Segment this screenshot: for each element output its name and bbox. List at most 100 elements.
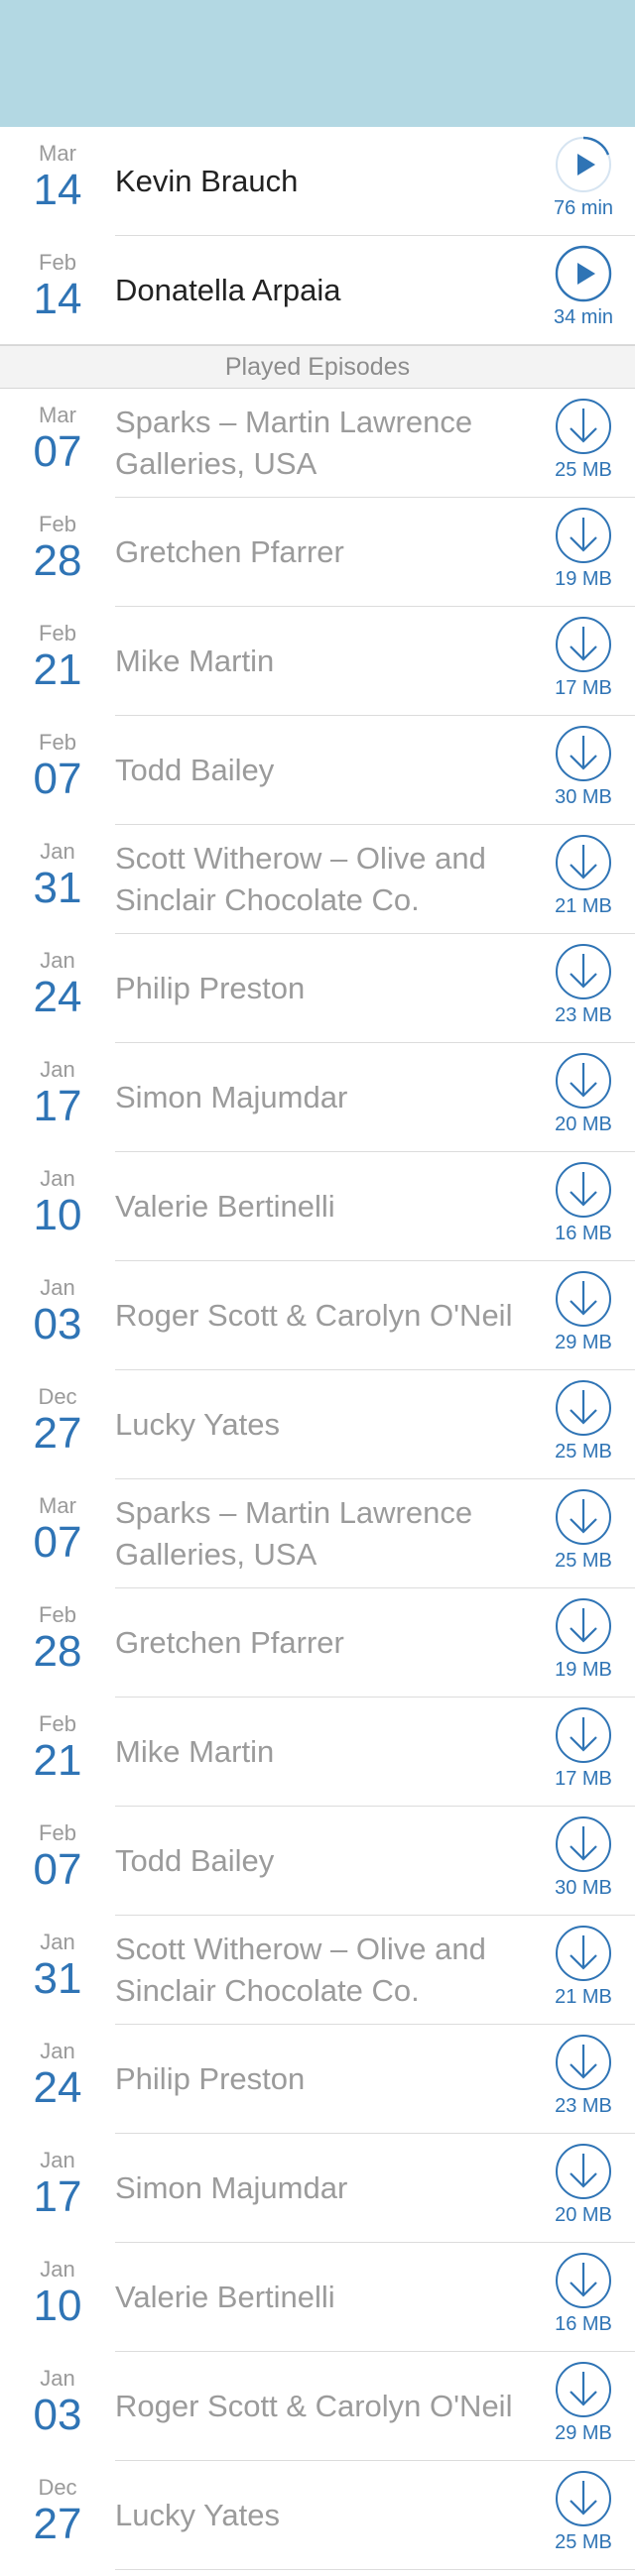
episode-day: 21 (33, 1736, 82, 1785)
episode-row[interactable]: Mar 07 Sparks – Martin Lawrence Galleries,… (0, 389, 635, 498)
download-button[interactable]: 29 MB (542, 2360, 625, 2445)
episode-title: Simon Majumdar (115, 2170, 348, 2205)
download-icon (556, 1380, 611, 1436)
play-button[interactable]: 34 min (542, 244, 625, 329)
episode-size: 19 MB (555, 568, 612, 590)
episode-month: Jan (40, 2257, 75, 2282)
episode-row[interactable]: Feb 28 Gretchen Pfarrer 19 MB (0, 498, 635, 607)
download-button[interactable]: 20 MB (542, 2142, 625, 2227)
episode-day: 27 (33, 2500, 82, 2548)
episode-date: Feb 28 (0, 512, 115, 585)
episode-day: 31 (33, 1954, 82, 2003)
download-button[interactable]: 17 MB (542, 615, 625, 700)
episode-row[interactable]: Jan 31 Scott Witherow – Olive and Sinclair… (0, 825, 635, 934)
episode-date: Dec 27 (0, 2475, 115, 2548)
episode-title: Gretchen Pfarrer (115, 534, 344, 569)
episode-row[interactable]: Jan 17 Simon Majumdar 20 MB (0, 1043, 635, 1152)
episode-row[interactable]: Mar 07 Sparks – Martin Lawrence Galleries,… (0, 1479, 635, 1588)
episode-row[interactable]: Mar 14 Kevin Brauch 76 min (0, 127, 635, 236)
episode-date: Jan 31 (0, 1930, 115, 2003)
episode-date: Mar 07 (0, 1493, 115, 1567)
episode-month: Feb (39, 1711, 76, 1736)
download-icon (556, 2471, 611, 2526)
play-button[interactable]: 76 min (542, 135, 625, 220)
episode-row[interactable]: Jan 03 Roger Scott & Carolyn O'Neil 29 MB (0, 1261, 635, 1370)
download-button[interactable]: 17 MB (542, 1705, 625, 1791)
download-button[interactable]: 16 MB (542, 1160, 625, 1245)
episode-size: 17 MB (555, 1768, 612, 1790)
download-icon (556, 944, 611, 999)
download-icon (556, 1816, 611, 1872)
episode-day: 07 (33, 427, 82, 476)
episode-date: Jan 10 (0, 1166, 115, 1239)
episode-month: Jan (40, 2366, 75, 2391)
episode-date: Feb 28 (0, 1602, 115, 1676)
episode-month: Feb (39, 1602, 76, 1627)
download-button[interactable]: 20 MB (542, 1051, 625, 1136)
episode-row[interactable]: Jan 24 Philip Preston 23 MB (0, 2025, 635, 2134)
episode-title: Valerie Bertinelli (115, 2280, 335, 2314)
download-button[interactable]: 25 MB (542, 1487, 625, 1573)
episode-date: Jan 24 (0, 2039, 115, 2112)
episode-row[interactable]: Feb 14 Donatella Arpaia 34 min (0, 236, 635, 345)
episode-size: 30 MB (555, 1877, 612, 1899)
episode-month: Jan (40, 1166, 75, 1191)
episode-month: Jan (40, 839, 75, 864)
episode-size: 20 MB (555, 2204, 612, 2226)
episode-row[interactable]: Jan 31 Scott Witherow – Olive and Sinclair… (0, 1916, 635, 2025)
episode-month: Jan (40, 1057, 75, 1082)
episode-month: Feb (39, 250, 76, 275)
episode-row[interactable]: Feb 28 Gretchen Pfarrer 19 MB (0, 1588, 635, 1698)
download-icon (556, 1162, 611, 1218)
episode-month: Feb (39, 730, 76, 755)
episode-date: Feb 07 (0, 1820, 115, 1894)
download-button[interactable]: 25 MB (542, 2469, 625, 2554)
row-divider (115, 2569, 635, 2570)
episode-size: 21 MB (555, 1986, 612, 2008)
download-button[interactable]: 29 MB (542, 1269, 625, 1354)
episode-day: 17 (33, 1082, 82, 1130)
episode-row[interactable]: Dec 27 Lucky Yates 25 MB (0, 2461, 635, 2570)
download-button[interactable]: 25 MB (542, 397, 625, 482)
episode-date: Jan 03 (0, 1275, 115, 1348)
download-button[interactable]: 21 MB (542, 833, 625, 918)
episode-size: 25 MB (555, 459, 612, 481)
download-button[interactable]: 19 MB (542, 1596, 625, 1682)
episode-title: Sparks – Martin Lawrence Galleries, USA (115, 405, 473, 481)
download-button[interactable]: 30 MB (542, 1815, 625, 1900)
download-button[interactable]: 19 MB (542, 506, 625, 591)
episode-size: 17 MB (555, 677, 612, 699)
nav-header-bar (0, 0, 635, 127)
episode-date: Dec 27 (0, 1384, 115, 1458)
episode-row[interactable]: Feb 07 Todd Bailey 30 MB (0, 716, 635, 825)
played-episodes-header: Played Episodes (0, 345, 635, 389)
episode-row[interactable]: Jan 24 Philip Preston 23 MB (0, 934, 635, 1043)
download-icon (556, 2035, 611, 2090)
episode-row[interactable]: Jan 03 Roger Scott & Carolyn O'Neil 29 MB (0, 2352, 635, 2461)
episode-row[interactable]: Feb 21 Mike Martin 17 MB (0, 1698, 635, 1807)
episode-title: Todd Bailey (115, 1843, 275, 1878)
episode-duration: 34 min (553, 306, 614, 328)
download-button[interactable]: 16 MB (542, 2251, 625, 2336)
download-button[interactable]: 23 MB (542, 2033, 625, 2118)
download-button[interactable]: 21 MB (542, 1924, 625, 2009)
download-icon (556, 508, 611, 563)
episode-day: 10 (33, 2282, 82, 2330)
episode-size: 16 MB (555, 1223, 612, 1244)
episode-row[interactable]: Jan 17 Simon Majumdar 20 MB (0, 2134, 635, 2243)
download-button[interactable]: 23 MB (542, 942, 625, 1027)
episode-row[interactable]: Feb 21 Mike Martin 17 MB (0, 607, 635, 716)
download-icon (556, 1707, 611, 1763)
episode-title: Roger Scott & Carolyn O'Neil (115, 2389, 513, 2423)
download-button[interactable]: 30 MB (542, 724, 625, 809)
episode-row[interactable]: Feb 07 Todd Bailey 30 MB (0, 1807, 635, 1916)
download-button[interactable]: 25 MB (542, 1378, 625, 1464)
download-icon (556, 1598, 611, 1654)
episode-day: 14 (33, 166, 82, 214)
episode-row[interactable]: Jan 10 Valerie Bertinelli 16 MB (0, 2243, 635, 2352)
episode-day: 31 (33, 864, 82, 912)
episode-row[interactable]: Jan 10 Valerie Bertinelli 16 MB (0, 1152, 635, 1261)
episode-row[interactable]: Dec 27 Lucky Yates 25 MB (0, 1370, 635, 1479)
episode-day: 28 (33, 536, 82, 585)
episode-date: Mar 07 (0, 403, 115, 476)
